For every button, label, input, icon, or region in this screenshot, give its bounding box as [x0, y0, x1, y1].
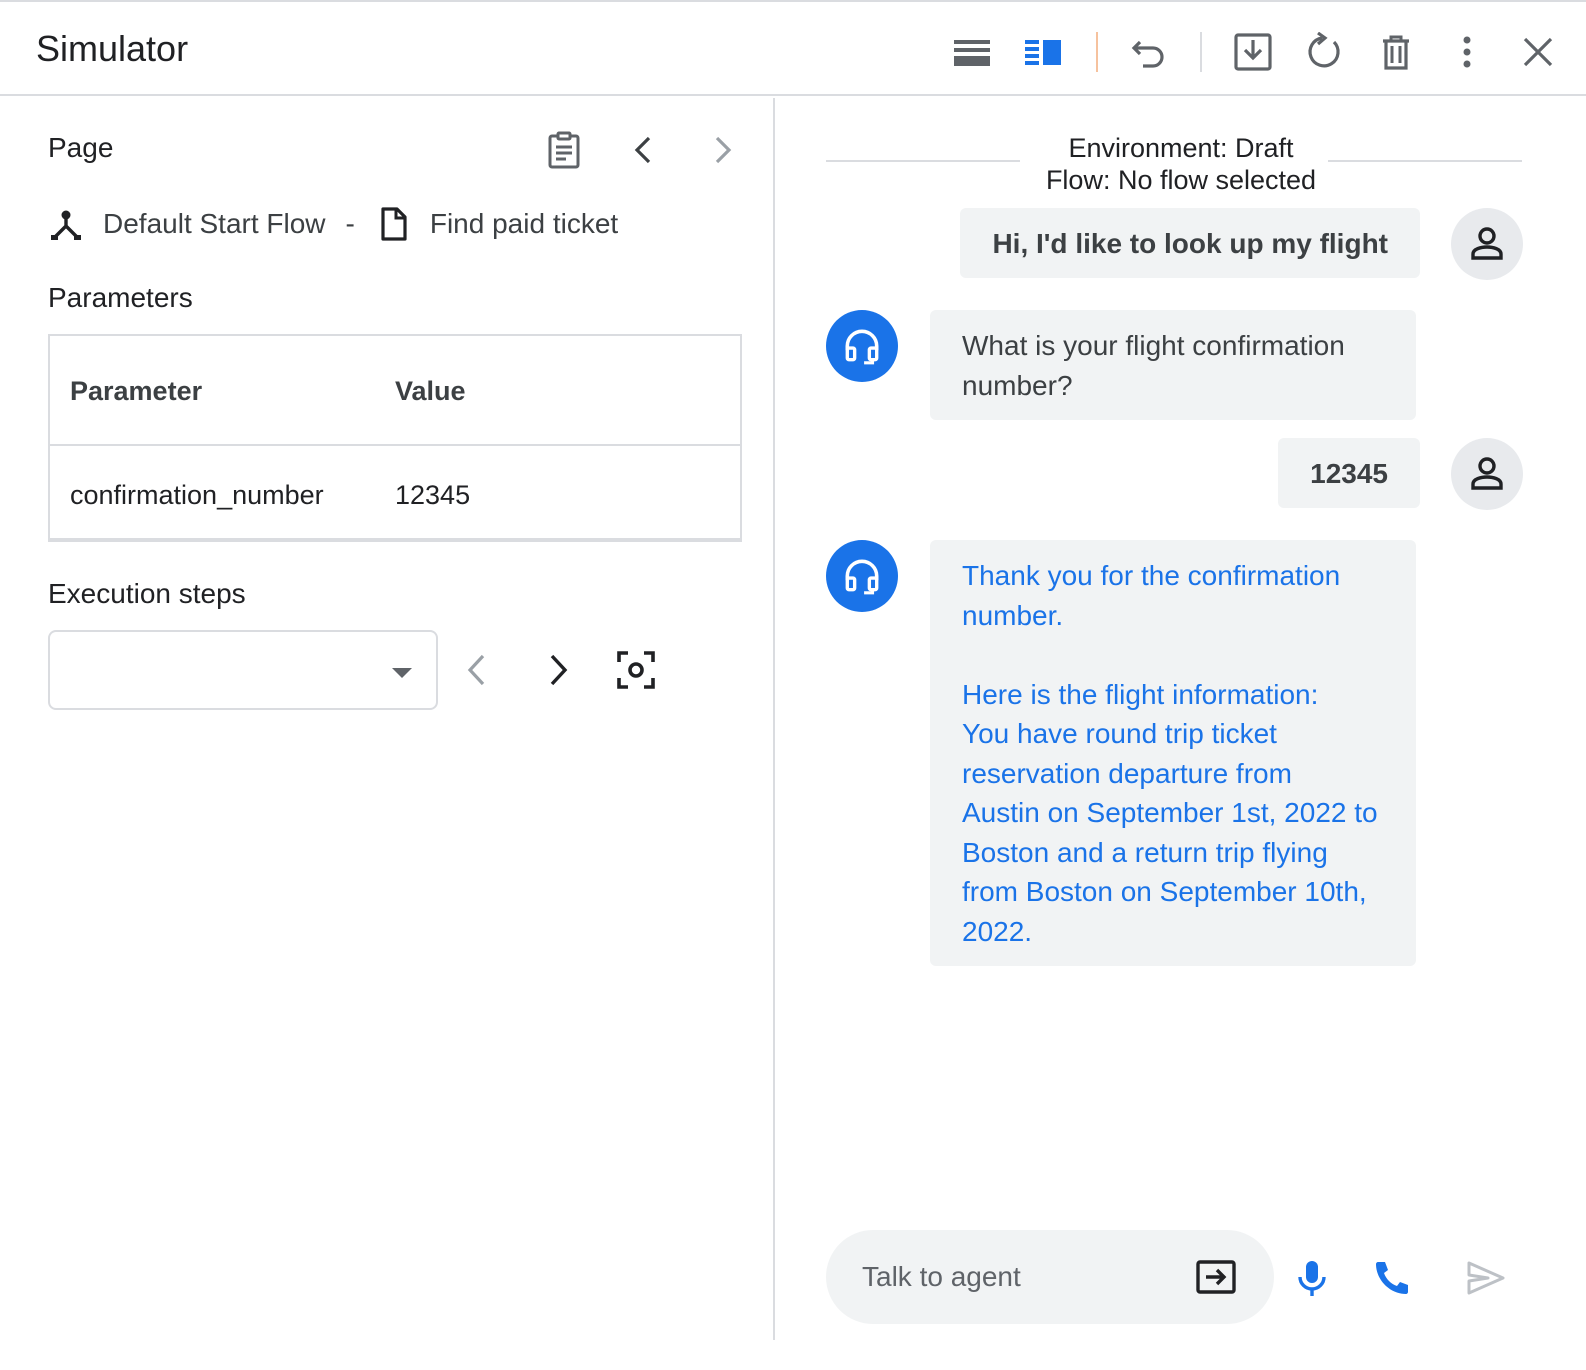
execution-steps-title: Execution steps	[48, 578, 246, 609]
parameters-title: Parameters	[48, 282, 193, 313]
microphone-icon[interactable]	[1292, 1258, 1332, 1298]
breadcrumb-separator: -	[345, 208, 355, 239]
agent-message-bubble: What is your flight confirmation number?	[930, 310, 1416, 420]
chevron-down-icon	[392, 668, 412, 678]
parameters-table: Parameter Value confirmation_number 1234…	[48, 334, 742, 542]
column-header-parameter: Parameter	[70, 376, 203, 406]
send-icon[interactable]	[1466, 1258, 1506, 1298]
flow-label: Flow: No flow selected	[1045, 165, 1317, 195]
parameter-name-cell: confirmation_number	[70, 480, 324, 510]
environment-info: Environment: Draft Flow: No flow selecte…	[776, 132, 1586, 196]
flow-name-link[interactable]: Default Start Flow	[103, 208, 326, 240]
headset-icon	[845, 329, 879, 365]
panel-divider	[773, 98, 775, 1340]
details-panel: Page Default Start Flow - Find paid tick…	[0, 98, 774, 1340]
message-composer	[826, 1230, 1274, 1324]
user-message-text: 12345	[1310, 458, 1388, 489]
phone-icon[interactable]	[1372, 1258, 1412, 1298]
agent-message-bubble: Thank you for the confirmation number. H…	[930, 540, 1416, 966]
breadcrumb: Default Start Flow - Find paid ticket	[48, 202, 618, 246]
environment-label: Environment: Draft	[1068, 133, 1294, 163]
agent-message-text: What is your flight confirmation number?	[962, 330, 1345, 401]
previous-page-icon[interactable]	[624, 130, 664, 170]
chat-panel: Environment: Draft Flow: No flow selecte…	[776, 98, 1586, 1340]
more-options-icon[interactable]	[1447, 32, 1487, 72]
person-icon	[1471, 227, 1503, 260]
user-avatar	[1451, 208, 1523, 280]
flow-icon	[48, 206, 84, 242]
toolbar-divider	[1200, 32, 1202, 72]
page-title: Simulator	[36, 28, 189, 69]
toolbar-divider	[1096, 32, 1098, 72]
user-message-bubble: 12345	[1278, 438, 1420, 508]
agent-message-text: Thank you for the confirmation number. H…	[962, 560, 1378, 947]
user-message-text: Hi, I'd like to look up my flight	[992, 228, 1388, 259]
agent-avatar	[826, 540, 898, 612]
page-section-title: Page	[48, 132, 114, 163]
agent-avatar	[826, 310, 898, 382]
close-icon[interactable]	[1518, 32, 1558, 72]
user-message-bubble: Hi, I'd like to look up my flight	[960, 208, 1420, 278]
user-avatar	[1451, 438, 1523, 510]
column-header-value: Value	[395, 376, 466, 406]
page-name-link[interactable]: Find paid ticket	[430, 208, 618, 240]
split-layout-icon[interactable]	[1023, 32, 1063, 72]
focus-icon[interactable]	[616, 650, 656, 690]
horizontal-layout-icon[interactable]	[952, 32, 992, 72]
reset-icon[interactable]	[1304, 32, 1344, 72]
parameter-value-cell: 12345	[395, 480, 471, 510]
table-header-row: Parameter Value	[50, 336, 740, 446]
next-page-icon[interactable]	[702, 130, 742, 170]
download-icon[interactable]	[1233, 32, 1273, 72]
execution-step-select[interactable]	[48, 630, 438, 710]
person-icon	[1471, 457, 1503, 490]
table-row: confirmation_number 12345	[50, 446, 740, 542]
page-document-icon	[375, 206, 411, 242]
talk-to-agent-input[interactable]	[862, 1256, 1182, 1298]
clipboard-icon[interactable]	[544, 130, 584, 170]
headset-icon	[845, 559, 879, 595]
simulator-header: Simulator	[0, 2, 1586, 96]
next-step-icon[interactable]	[538, 650, 578, 690]
enter-input-icon[interactable]	[1196, 1257, 1236, 1297]
undo-icon[interactable]	[1129, 32, 1169, 72]
previous-step-icon[interactable]	[458, 650, 498, 690]
delete-icon[interactable]	[1376, 32, 1416, 72]
